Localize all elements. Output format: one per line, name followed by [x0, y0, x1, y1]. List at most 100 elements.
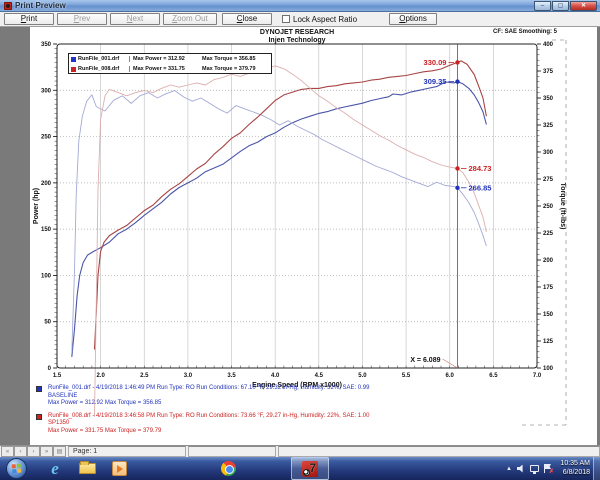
y-right-tick-label: 225	[543, 231, 554, 237]
x-tick-label: 6.0	[446, 373, 455, 379]
y-right-tick-label: 100	[543, 366, 554, 372]
y-right-tick-label: 325	[543, 123, 554, 129]
y-right-tick-label: 175	[543, 285, 554, 291]
maximize-button[interactable]: ▢	[552, 1, 569, 11]
media-player-icon	[112, 461, 127, 476]
close-button[interactable]: Close	[222, 13, 272, 25]
network-icon[interactable]	[530, 465, 539, 472]
start-button[interactable]	[6, 458, 27, 479]
callout-value: 309.35	[424, 77, 447, 86]
legend-max-power: Max Power = 331.75	[130, 66, 202, 72]
x-tick-label: 1.5	[53, 373, 62, 379]
minimize-button[interactable]: –	[534, 1, 551, 11]
legend-row: RunFile_008.drfMax Power = 331.75Max Tor…	[69, 64, 271, 74]
first-page-button[interactable]: «	[1, 446, 14, 457]
show-desktop-button[interactable]	[593, 457, 600, 480]
legend-max-power: Max Power = 312.92	[130, 56, 202, 62]
y-left-tick-label: 50	[44, 320, 51, 326]
legend-max-torque: Max Torque = 379.79	[202, 66, 271, 72]
x-tick-label: 3.0	[184, 373, 193, 379]
app-icon	[4, 2, 12, 10]
y-right-tick-label: 375	[543, 69, 554, 75]
legend-file-name: RunFile_001.drf	[78, 56, 130, 62]
x-tick-label: 4.0	[271, 373, 280, 379]
y-right-tick-label: 150	[543, 312, 554, 318]
plot-border	[57, 44, 537, 368]
close-window-button[interactable]: ✕	[570, 1, 597, 11]
run-annotation-line3: Max Power = 312.92 Max Torque = 356.85	[48, 400, 576, 408]
print-page-button[interactable]: ▤	[53, 446, 66, 457]
taskbar-item-internet-explorer[interactable]: e	[42, 460, 68, 477]
page-indicator: Page: 1	[68, 446, 186, 457]
report-page: DYNOJET RESEARCH Injen Technology CF: SA…	[30, 27, 597, 445]
winpep-icon: 7	[302, 461, 318, 477]
taskbar-item-chrome[interactable]	[215, 460, 241, 477]
x-tick-label: 4.5	[315, 373, 324, 379]
run-color-swatch	[36, 386, 42, 392]
y-right-tick-label: 125	[543, 339, 554, 345]
windows-logo-icon	[12, 464, 22, 474]
run-annotation: RunFile_008.drf - 4/19/2018 3:46:58 PM R…	[36, 413, 576, 436]
legend-max-torque: Max Torque = 356.85	[202, 56, 271, 62]
x-tick-label: 6.5	[489, 373, 498, 379]
hidden-icons-arrow[interactable]: ▲	[506, 466, 512, 472]
run-annotation-line3: Max Power = 331.75 Max Torque = 379.79	[48, 428, 576, 436]
run-annotations: RunFile_001.drf - 4/19/2018 1:46:49 PM R…	[36, 385, 576, 440]
prev-page-button[interactable]: ‹	[14, 446, 27, 457]
y-left-tick-label: 250	[41, 135, 52, 141]
y-right-tick-label: 250	[543, 204, 554, 210]
taskbar-item-media-player[interactable]	[106, 460, 132, 477]
y-left-tick-label: 350	[41, 42, 52, 48]
statusbar: « ‹ › » ▤ Page: 1	[0, 445, 600, 457]
last-page-button[interactable]: »	[40, 446, 53, 457]
x-tick-label: 2.5	[140, 373, 149, 379]
y-right-tick-label: 350	[543, 96, 554, 102]
lock-aspect-ratio-checkbox[interactable]	[282, 15, 290, 23]
cursor-point	[455, 186, 459, 190]
print-button[interactable]: Print	[4, 13, 54, 25]
preview-area[interactable]: DYNOJET RESEARCH Injen Technology CF: SA…	[0, 27, 600, 445]
taskbar-item-winpep-active[interactable]: 7	[291, 457, 329, 480]
x-tick-label: 3.5	[227, 373, 236, 379]
legend-file-name: RunFile_008.drf	[78, 66, 130, 72]
x-tick-label: 5.5	[402, 373, 411, 379]
chart-legend: RunFile_001.drfMax Power = 312.92Max Tor…	[68, 53, 272, 74]
y-left-tick-label: 300	[41, 88, 52, 94]
y-right-axis-title: Torque (ft-lbs)	[559, 183, 566, 230]
legend-color-swatch	[71, 67, 76, 72]
cursor-point	[455, 166, 459, 170]
x-tick-label: 7.0	[533, 373, 542, 379]
next-button[interactable]: Next	[110, 13, 160, 25]
screen: Print Preview – ▢ ✕ Print Prev Next Zoom…	[0, 0, 600, 480]
zoom-out-button[interactable]: Zoom Out	[163, 13, 217, 25]
action-center-flag-icon[interactable]: ✗	[544, 464, 552, 473]
cursor-point	[455, 60, 459, 64]
y-left-tick-label: 200	[41, 181, 52, 187]
next-page-button[interactable]: ›	[27, 446, 40, 457]
y-left-tick-label: 0	[48, 366, 52, 372]
run-annotation-line1: RunFile_008.drf - 4/19/2018 3:46:58 PM R…	[48, 413, 576, 421]
run-annotation-line2: SP1350	[48, 420, 576, 428]
callout-value: 284.73	[468, 164, 491, 173]
y-right-tick-label: 200	[543, 258, 554, 264]
y-right-tick-label: 300	[543, 150, 554, 156]
lock-aspect-ratio-label: Lock Aspect Ratio	[293, 15, 357, 24]
y-right-tick-label: 400	[543, 42, 554, 48]
legend-color-swatch	[71, 57, 76, 62]
run-annotation: RunFile_001.drf - 4/19/2018 1:46:49 PM R…	[36, 385, 576, 408]
cursor-label: X = 6.089	[410, 357, 440, 364]
system-tray: ▲ ✗	[506, 457, 552, 480]
taskbar-clock[interactable]: 10:35 AM 6/8/2018	[560, 459, 590, 477]
taskbar-item-explorer[interactable]	[74, 460, 100, 477]
clock-time: 10:35 AM	[560, 459, 590, 468]
prev-button[interactable]: Prev	[57, 13, 107, 25]
volume-icon[interactable]	[517, 465, 525, 473]
chrome-icon	[221, 461, 236, 476]
x-tick-label: 2.0	[96, 373, 105, 379]
y-right-tick-label: 275	[543, 177, 554, 183]
curve-runfile_008-power	[95, 61, 487, 350]
window-title: Print Preview	[15, 1, 66, 10]
options-button[interactable]: Options	[389, 13, 437, 25]
callout-value: 266.85	[468, 183, 491, 192]
window-titlebar[interactable]: Print Preview – ▢ ✕	[0, 0, 600, 12]
